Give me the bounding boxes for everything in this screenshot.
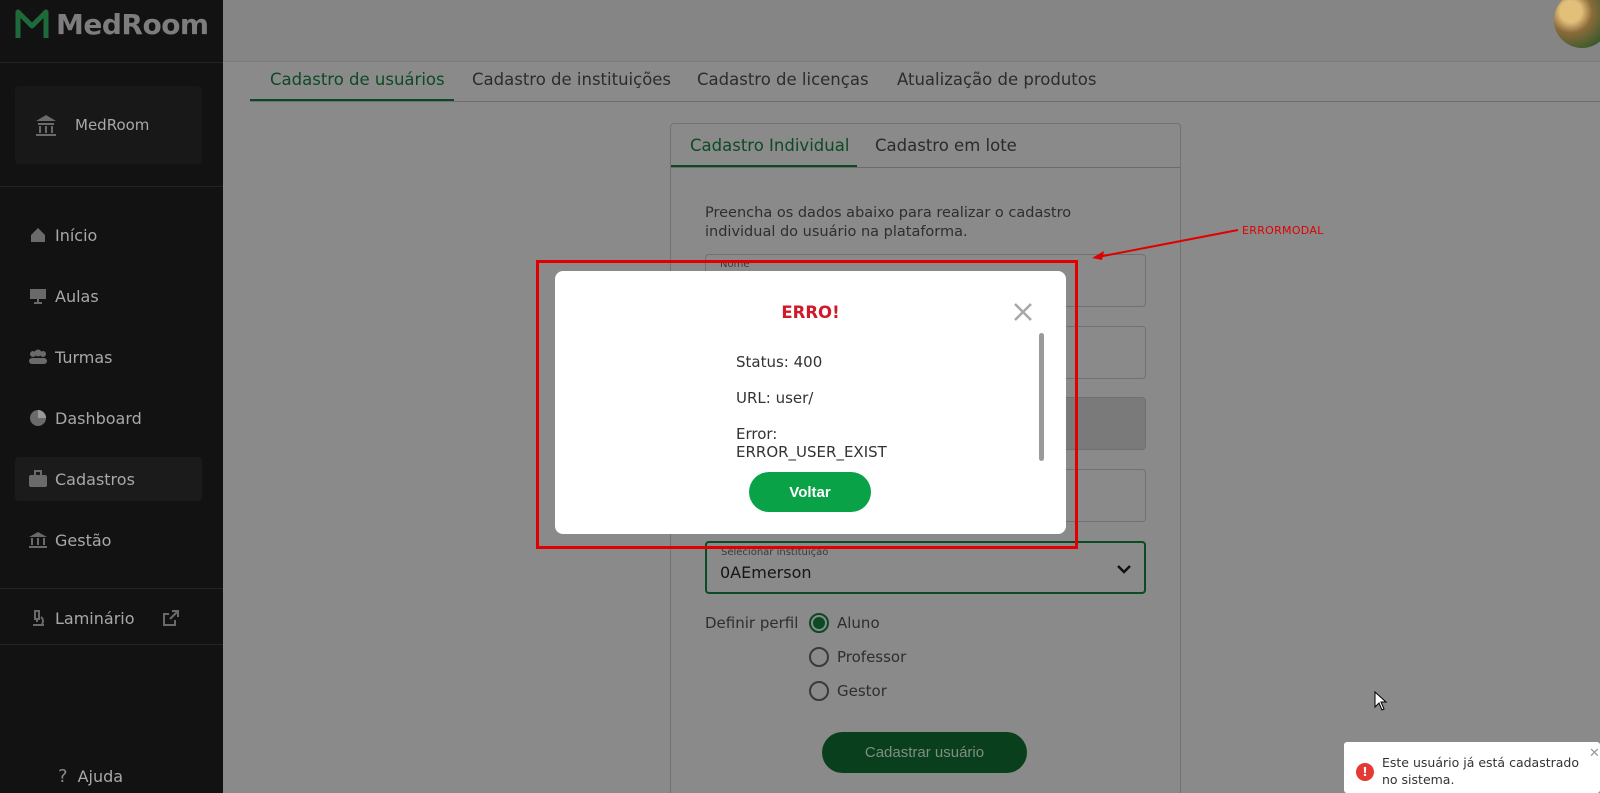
tab-cadastro-usuarios[interactable]: Cadastro de usuários — [270, 70, 445, 89]
registration-subtabs: Cadastro Individual Cadastro em lote — [671, 124, 1180, 168]
medroom-logo-icon — [15, 9, 49, 38]
brand-logo[interactable]: MedRoom — [14, 6, 209, 42]
microscope-icon — [28, 608, 48, 628]
radio-aluno[interactable]: Aluno — [809, 613, 880, 633]
sidebar-item-aulas[interactable]: Aulas — [15, 274, 202, 318]
mouse-cursor-icon — [1374, 691, 1388, 711]
sidebar: MedRoom MedRoom Início Aulas Turmas Dash… — [0, 0, 223, 793]
help-link[interactable]: ? Ajuda — [58, 766, 123, 787]
divider — [0, 62, 223, 63]
radio-label: Aluno — [837, 614, 880, 632]
institution-name: MedRoom — [75, 116, 150, 134]
sidebar-item-gestao[interactable]: Gestão — [15, 518, 202, 562]
radio-dot-selected[interactable] — [809, 613, 829, 633]
radio-gestor[interactable]: Gestor — [809, 681, 887, 701]
divider — [0, 588, 223, 589]
error-toast: ! Este usuário já está cadastrado no sis… — [1344, 742, 1600, 793]
tab-cadastro-instituicoes[interactable]: Cadastro de instituições — [472, 70, 671, 89]
toast-message: Este usuário já está cadastrado no siste… — [1382, 755, 1579, 787]
close-icon[interactable] — [1012, 301, 1034, 323]
sidebar-item-label: Cadastros — [55, 469, 135, 489]
sidebar-item-laminario[interactable]: Laminário — [15, 596, 202, 640]
error-value: ERROR_USER_EXIST — [736, 443, 887, 461]
bank-icon — [36, 115, 56, 136]
bank-icon — [28, 530, 48, 550]
main-tabs: Cadastro de usuários Cadastro de institu… — [250, 62, 1600, 102]
sidebar-item-label: Laminário — [55, 608, 135, 628]
error-modal: ERRO! Status: 400 URL: user/ Error: ERRO… — [555, 271, 1066, 534]
form-description: Preencha os dados abaixo para realizar o… — [705, 205, 1072, 240]
sidebar-item-label: Gestão — [55, 530, 112, 550]
sidebar-item-label: Turmas — [55, 347, 113, 367]
radio-label: Professor — [837, 648, 907, 666]
divider — [0, 186, 223, 187]
home-icon — [28, 225, 48, 245]
modal-body: Status: 400 URL: user/ Error: ERROR_USER… — [736, 353, 1006, 461]
modal-title: ERRO! — [781, 303, 840, 322]
divider — [0, 644, 223, 645]
tab-cadastro-em-lote[interactable]: Cadastro em lote — [875, 136, 1017, 155]
active-subtab-indicator — [671, 165, 857, 167]
url-text: URL: user/ — [736, 389, 814, 407]
register-user-button[interactable]: Cadastrar usuário — [822, 732, 1027, 773]
back-button[interactable]: Voltar — [749, 472, 871, 512]
modal-scrollbar[interactable] — [1039, 333, 1044, 461]
institution-select-value: 0AEmerson — [720, 563, 812, 582]
radio-label: Gestor — [837, 682, 887, 700]
active-tab-indicator — [250, 99, 454, 101]
pie-chart-icon — [28, 408, 48, 428]
sidebar-item-turmas[interactable]: Turmas — [15, 335, 202, 379]
tab-cadastro-licencas[interactable]: Cadastro de licenças — [697, 70, 869, 89]
toast-close-icon[interactable]: ✕ — [1589, 746, 1600, 761]
annotation-arrow — [1092, 229, 1239, 260]
external-link-icon[interactable] — [162, 609, 180, 627]
help-label: Ajuda — [77, 767, 124, 786]
sidebar-item-cadastros[interactable]: Cadastros — [15, 457, 202, 501]
question-icon: ? — [58, 766, 68, 787]
sidebar-item-inicio[interactable]: Início — [15, 213, 202, 257]
presentation-icon — [28, 286, 48, 306]
tab-cadastro-individual[interactable]: Cadastro Individual — [690, 136, 849, 155]
tab-atualizacao-produtos[interactable]: Atualização de produtos — [897, 70, 1096, 89]
status-text: Status: 400 — [736, 353, 823, 371]
sidebar-item-label: Início — [55, 225, 98, 245]
top-header — [223, 0, 1600, 62]
annotation-label: ERRORMODAL — [1242, 224, 1324, 237]
error-icon: ! — [1356, 763, 1374, 781]
institution-card[interactable]: MedRoom — [15, 86, 202, 164]
radio-dot[interactable] — [809, 681, 829, 701]
error-label: Error: — [736, 425, 778, 443]
sidebar-item-dashboard[interactable]: Dashboard — [15, 396, 202, 440]
radio-dot[interactable] — [809, 647, 829, 667]
briefcase-icon — [28, 469, 48, 489]
avatar[interactable] — [1554, 0, 1600, 48]
brand-name: MedRoom — [56, 7, 209, 41]
sidebar-item-label: Aulas — [55, 286, 99, 306]
group-icon — [28, 347, 48, 367]
profile-label: Definir perfil — [705, 614, 799, 632]
radio-professor[interactable]: Professor — [809, 647, 906, 667]
sidebar-item-label: Dashboard — [55, 408, 142, 428]
chevron-down-icon — [1117, 565, 1131, 574]
